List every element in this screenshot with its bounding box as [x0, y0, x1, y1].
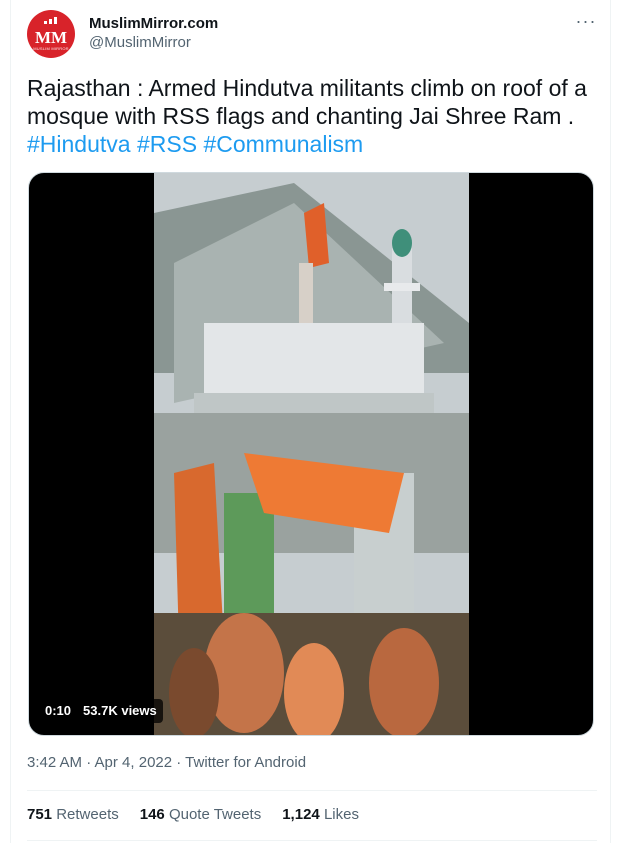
avatar[interactable]: MM MUSLIM MIRROR: [27, 10, 75, 58]
video-view-count: 53.7K views: [83, 703, 157, 718]
retweets-count: 751: [27, 806, 53, 823]
tweet-timestamp[interactable]: 3:42 AM · Apr 4, 2022 · Twitter for Andr…: [27, 753, 306, 773]
retweets-label: Retweets: [56, 806, 119, 823]
engagement-stats: 751 Retweets 146 Quote Tweets 1,124 Like…: [27, 805, 359, 825]
tweet-body: Rajasthan : Armed Hindutva militants cli…: [27, 75, 587, 129]
video-still-image: [154, 173, 469, 735]
likes-label: Likes: [323, 806, 359, 823]
author-names: MuslimMirror.com @MuslimMirror: [89, 15, 218, 53]
quote-tweets-stat[interactable]: 146 Quote Tweets: [140, 805, 261, 825]
hashtag-rss[interactable]: #RSS: [137, 131, 197, 157]
video-stats-overlay: 0:10 53.7K views: [39, 699, 163, 723]
divider: [27, 790, 597, 791]
author-handle[interactable]: @MuslimMirror: [89, 33, 218, 53]
retweets-stat[interactable]: 751 Retweets: [27, 805, 119, 825]
likes-stat[interactable]: 1,124 Likes: [282, 805, 359, 825]
hashtag-hindutva[interactable]: #Hindutva: [27, 131, 131, 157]
tweet-header: MM MUSLIM MIRROR MuslimMirror.com @Musli…: [27, 10, 597, 58]
more-icon[interactable]: ···: [575, 12, 597, 34]
avatar-logo-subtext: MUSLIM MIRROR: [33, 46, 69, 51]
quote-tweets-count: 146: [139, 806, 165, 823]
author-display-name[interactable]: MuslimMirror.com: [89, 15, 218, 33]
avatar-logo-bars: [44, 17, 58, 24]
hashtag-communalism[interactable]: #Communalism: [203, 131, 363, 157]
video-elapsed-time: 0:10: [45, 703, 72, 718]
quote-tweets-label: Quote Tweets: [168, 806, 262, 823]
avatar-logo-text: MM: [34, 28, 68, 47]
divider: [27, 840, 597, 841]
video-frame: [154, 173, 469, 735]
likes-count: 1,124: [282, 806, 320, 823]
tweet-text: Rajasthan : Armed Hindutva militants cli…: [27, 74, 602, 158]
video-player[interactable]: 0:10 53.7K views: [28, 172, 594, 736]
tweet-card: MM MUSLIM MIRROR MuslimMirror.com @Musli…: [10, 0, 611, 843]
